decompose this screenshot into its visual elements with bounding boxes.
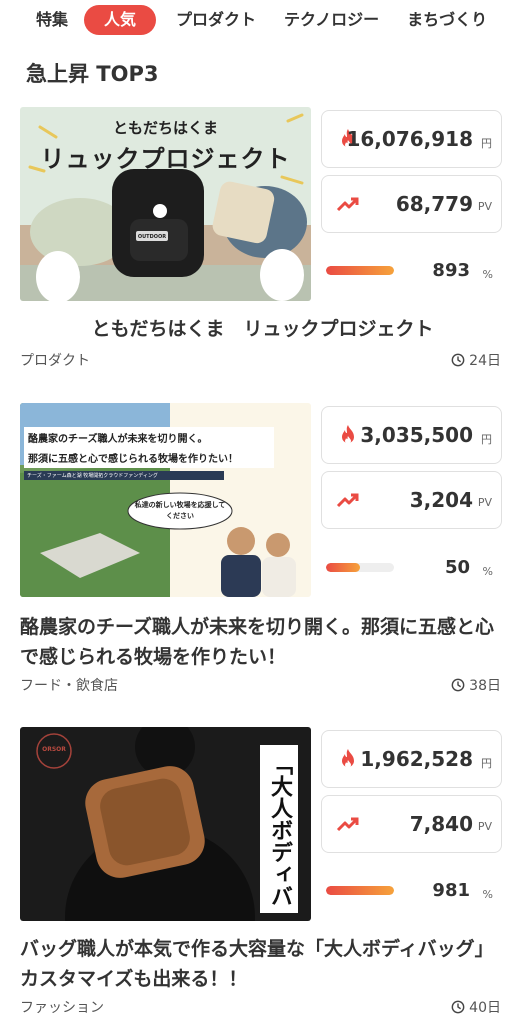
trend-up-icon [336,197,359,212]
funding-amount-box: 3,035,500 円 [321,406,502,464]
achievement-progress: 893 % [326,260,502,306]
clock-icon [451,353,465,367]
achievement-percent: 893 [432,260,470,281]
page-views: 7,840 [409,812,473,836]
thumb-bubble: 私達の新しい牧場を応援してください [134,501,226,520]
project-card-2[interactable]: 酪農家のチーズ職人が未来を切り開く。 那須に五感と心で感じられる牧場を作りたい！… [0,403,522,703]
category-tabs: 特集 人気 プロダクト テクノロジー まちづくり [0,0,522,40]
project-category: ファッション [20,1000,104,1016]
progress-track [326,563,394,572]
days-remaining: 24日 [451,350,501,370]
funding-amount-box: 16,076,918 円 [321,110,502,168]
page-views: 3,204 [409,488,473,512]
funding-amount: 16,076,918 [346,127,473,151]
trend-up-icon [336,493,359,508]
days-value: 40日 [469,1000,501,1016]
amount-unit: 円 [481,433,492,446]
days-value: 24日 [469,353,501,369]
project-thumbnail[interactable]: ORSOR 「大人ボディバッグ」 [20,727,311,921]
achievement-percent: 50 [444,557,470,578]
progress-fill [326,563,360,572]
page-views: 68,779 [395,192,473,216]
thumb-heading: ともだちはくま [112,119,218,137]
project-category: プロダクト [20,353,90,369]
page-views-box: 7,840 PV [321,795,502,853]
amount-unit: 円 [481,137,492,150]
clock-icon [451,1000,465,1014]
funding-amount: 1,962,528 [360,747,473,771]
progress-fill [326,266,394,275]
trend-up-icon [336,817,359,832]
achievement-percent: 981 [432,880,470,901]
project-card-1[interactable]: ともだちはくま リュックプロジェクト OUTDOOR 16,076,918 円 … [0,107,522,407]
brand-logo: ORSOR [42,746,66,753]
amount-unit: 円 [481,757,492,770]
days-remaining: 40日 [451,997,501,1017]
project-thumbnail[interactable]: ともだちはくま リュックプロジェクト OUTDOOR [20,107,311,301]
achievement-progress: 50 % [326,557,502,603]
project-title[interactable]: 酪農家のチーズ職人が未来を切り開く。那須に五感と心で感じられる牧場を作りたい！ [20,612,505,672]
achievement-progress: 981 % [326,880,502,926]
thumb-headline-1: 酪農家のチーズ職人が未来を切り開く。 [24,427,274,448]
funding-amount-box: 1,962,528 円 [321,730,502,788]
pv-unit: PV [477,820,492,833]
tab-town-planning[interactable]: まちづくり [393,5,501,35]
funding-amount: 3,035,500 [360,423,473,447]
days-value: 38日 [469,678,501,694]
thumb-title: リュックプロジェクト [40,145,291,173]
project-thumbnail[interactable]: 酪農家のチーズ職人が未来を切り開く。 那須に五感と心で感じられる牧場を作りたい！… [20,403,311,597]
tab-product[interactable]: プロダクト [162,5,270,35]
bag-logo: OUTDOOR [137,234,167,240]
project-title[interactable]: ともだちはくま リュックプロジェクト [20,314,505,344]
percent-unit: % [482,888,493,901]
percent-unit: % [482,268,493,281]
thumb-subline: チーズ・ファーム森と湖 牧場開拓クラウドファンディング [24,471,224,480]
flame-icon [342,425,354,444]
page-views-box: 68,779 PV [321,175,502,233]
flame-icon [342,749,354,768]
thumb-headline-2: 那須に五感と心で感じられる牧場を作りたい！ [24,447,274,468]
project-category: フード・飲食店 [20,678,118,694]
progress-fill [326,886,394,895]
tab-popular[interactable]: 人気 [84,5,157,35]
days-remaining: 38日 [451,675,501,695]
tab-featured[interactable]: 特集 [0,5,78,35]
percent-unit: % [482,565,493,578]
page-views-box: 3,204 PV [321,471,502,529]
project-title[interactable]: バッグ職人が本気で作る大容量な「大人ボディバッグ」 カスタマイズも出来る！！ [20,934,505,994]
pv-unit: PV [477,496,492,509]
project-card-3[interactable]: ORSOR 「大人ボディバッグ」 1,962,528 円 7,840 PV 98… [0,727,522,1024]
progress-track [326,266,394,275]
section-title: 急上昇 TOP3 [26,62,159,86]
pv-unit: PV [477,200,492,213]
clock-icon [451,678,465,692]
progress-track [326,886,394,895]
tab-technology[interactable]: テクノロジー [270,5,393,35]
thumb-vertical-title: 「大人ボディバッグ」 [267,753,292,907]
